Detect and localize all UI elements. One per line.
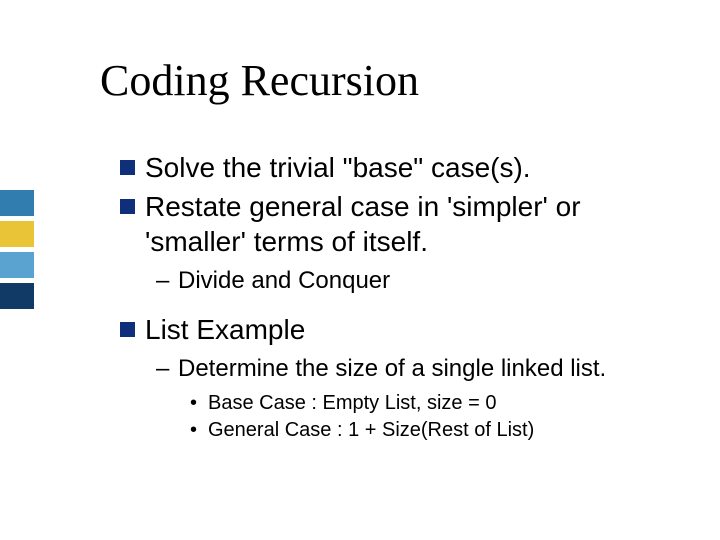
bullet-text: List Example bbox=[145, 312, 680, 347]
bullet-level-1: List Example bbox=[120, 312, 680, 347]
slide-content: Solve the trivial "base" case(s). Restat… bbox=[120, 150, 680, 444]
bullet-level-3: General Case : 1 + Size(Rest of List) bbox=[190, 417, 680, 444]
bullet-text: Determine the size of a single linked li… bbox=[178, 355, 606, 382]
bullet-level-3: Base Case : Empty List, size = 0 bbox=[190, 390, 680, 417]
square-bullet-icon bbox=[120, 322, 135, 337]
side-bar-segment bbox=[0, 190, 34, 216]
bullet-text: Solve the trivial "base" case(s). bbox=[145, 150, 680, 185]
bullet-text: General Case : 1 + Size(Rest of List) bbox=[208, 419, 534, 441]
bullet-level-1: Solve the trivial "base" case(s). bbox=[120, 150, 680, 185]
slide: Coding Recursion Solve the trivial "base… bbox=[0, 0, 720, 540]
bullet-level-1: Restate general case in 'simpler' or 'sm… bbox=[120, 189, 680, 259]
spacer bbox=[120, 302, 680, 312]
side-bar-segment bbox=[0, 283, 34, 309]
side-bar-segment bbox=[0, 252, 34, 278]
bullet-text: Restate general case in 'simpler' or 'sm… bbox=[145, 189, 680, 259]
bullet-level-2: Determine the size of a single linked li… bbox=[156, 353, 680, 384]
bullet-text: Divide and Conquer bbox=[178, 267, 390, 294]
bullet-level-2: Divide and Conquer bbox=[156, 265, 680, 296]
slide-title: Coding Recursion bbox=[100, 55, 419, 106]
side-bar-segment bbox=[0, 221, 34, 247]
square-bullet-icon bbox=[120, 160, 135, 175]
decorative-side-bars bbox=[0, 190, 34, 314]
square-bullet-icon bbox=[120, 199, 135, 214]
bullet-text: Base Case : Empty List, size = 0 bbox=[208, 392, 496, 414]
